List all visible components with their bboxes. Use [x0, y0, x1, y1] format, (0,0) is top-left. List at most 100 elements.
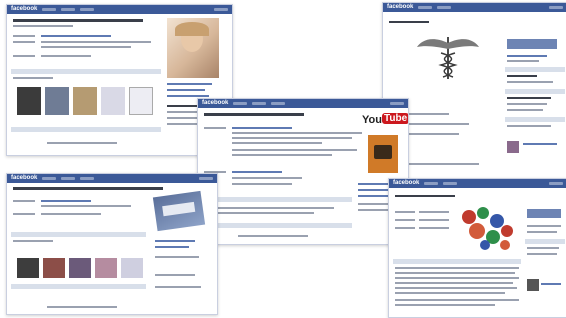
profile-photo[interactable]: [152, 190, 206, 232]
info-value: [232, 137, 352, 139]
sign-shape: [162, 201, 196, 217]
sidebar-link[interactable]: [507, 55, 547, 57]
sidebar-link[interactable]: [167, 95, 209, 97]
photo-thumb[interactable]: [45, 87, 69, 115]
info-value: [232, 149, 357, 151]
nav-item[interactable]: [418, 6, 433, 9]
info-value: [41, 55, 91, 57]
sidebar-text: [155, 274, 195, 276]
nav-item[interactable]: [80, 177, 95, 180]
top-bar: facebook: [389, 179, 566, 188]
nav-item[interactable]: [252, 102, 267, 105]
footer-line: [47, 306, 117, 308]
window-profile-4: facebook: [6, 173, 218, 315]
stat-label: [507, 75, 537, 77]
avatar[interactable]: [507, 141, 519, 153]
sidebar-text: [507, 109, 543, 111]
wall-post: [395, 277, 519, 279]
section-header: [202, 197, 352, 202]
photo-thumb[interactable]: [17, 258, 39, 278]
window-profile-3: facebook You Tube: [197, 98, 409, 245]
info-value: [232, 154, 332, 156]
info-value[interactable]: [41, 35, 111, 37]
info-label: [13, 200, 35, 202]
sidebar-link[interactable]: [167, 89, 205, 91]
profile-photo[interactable]: [167, 18, 219, 78]
sidebar-link[interactable]: [523, 143, 557, 145]
nav-item[interactable]: [390, 102, 404, 105]
photo-thumb[interactable]: [101, 87, 125, 115]
profile-photo[interactable]: [368, 135, 398, 173]
photo-thumb[interactable]: [43, 258, 65, 278]
nav-item[interactable]: [199, 177, 213, 180]
page-title: [395, 195, 455, 197]
youtube-logo-you: You: [362, 114, 382, 126]
nav-item[interactable]: [424, 182, 439, 185]
nav-item[interactable]: [214, 8, 228, 11]
facebook-logo[interactable]: facebook: [202, 99, 228, 108]
nav-item[interactable]: [42, 8, 57, 11]
photo-thumb[interactable]: [95, 258, 117, 278]
facebook-logo[interactable]: facebook: [387, 3, 413, 12]
info-value[interactable]: [232, 171, 282, 173]
info-label: [13, 213, 35, 215]
profile-name: [13, 187, 163, 190]
facebook-logo[interactable]: facebook: [393, 179, 419, 188]
action-button[interactable]: [507, 39, 557, 49]
photo-thumb[interactable]: [73, 87, 97, 115]
top-bar: facebook: [7, 5, 232, 14]
avatar-icon[interactable]: [527, 279, 539, 291]
nav-item[interactable]: [271, 102, 286, 105]
top-bar: facebook: [383, 3, 566, 12]
sidebar-link[interactable]: [167, 83, 212, 85]
section-header: [11, 127, 161, 132]
sidebar-text: [527, 225, 561, 227]
profile-name: [204, 113, 304, 116]
sidebar-link[interactable]: [541, 283, 561, 285]
section-title: [13, 240, 53, 242]
sidebar-link[interactable]: [155, 246, 189, 248]
photo-thumb[interactable]: [129, 87, 153, 115]
info-label: [395, 227, 415, 229]
info-label: [204, 127, 226, 129]
nav-item[interactable]: [233, 102, 248, 105]
nav-item[interactable]: [61, 8, 76, 11]
section-header: [11, 232, 146, 237]
sidebar-text: [507, 125, 551, 127]
youtube-logo[interactable]: You Tube: [362, 113, 408, 129]
wall-post: [395, 292, 505, 294]
caduceus-icon: [417, 37, 479, 79]
stat-label: [507, 97, 551, 99]
photo-thumb[interactable]: [121, 258, 143, 278]
photo-thumb[interactable]: [17, 87, 41, 115]
info-value: [419, 227, 449, 229]
sidebar-link[interactable]: [358, 189, 392, 191]
sidebar-link[interactable]: [155, 240, 195, 242]
section-header: [505, 89, 565, 94]
nav-item[interactable]: [549, 6, 563, 9]
section-header: [393, 259, 521, 264]
sidebar-text: [507, 81, 553, 83]
info-value[interactable]: [41, 200, 91, 202]
wall-post: [395, 282, 513, 284]
sidebar-text: [155, 256, 199, 258]
photo-thumb[interactable]: [69, 258, 91, 278]
info-value: [419, 211, 449, 213]
info-value: [41, 46, 131, 48]
hair-shape: [175, 22, 209, 36]
nav-item[interactable]: [42, 177, 57, 180]
footer-line: [238, 235, 308, 237]
nav-item[interactable]: [80, 8, 95, 11]
facebook-logo[interactable]: facebook: [11, 174, 37, 183]
section-header: [505, 117, 565, 122]
action-button[interactable]: [527, 209, 561, 218]
nav-item[interactable]: [437, 6, 452, 9]
facebook-logo[interactable]: facebook: [11, 5, 37, 14]
nav-item[interactable]: [549, 182, 563, 185]
wall-post: [204, 207, 334, 209]
info-value[interactable]: [232, 127, 292, 129]
nav-item[interactable]: [61, 177, 76, 180]
youtube-logo-tube: Tube: [382, 113, 408, 124]
section-header: [202, 223, 352, 228]
nav-item[interactable]: [443, 182, 458, 185]
